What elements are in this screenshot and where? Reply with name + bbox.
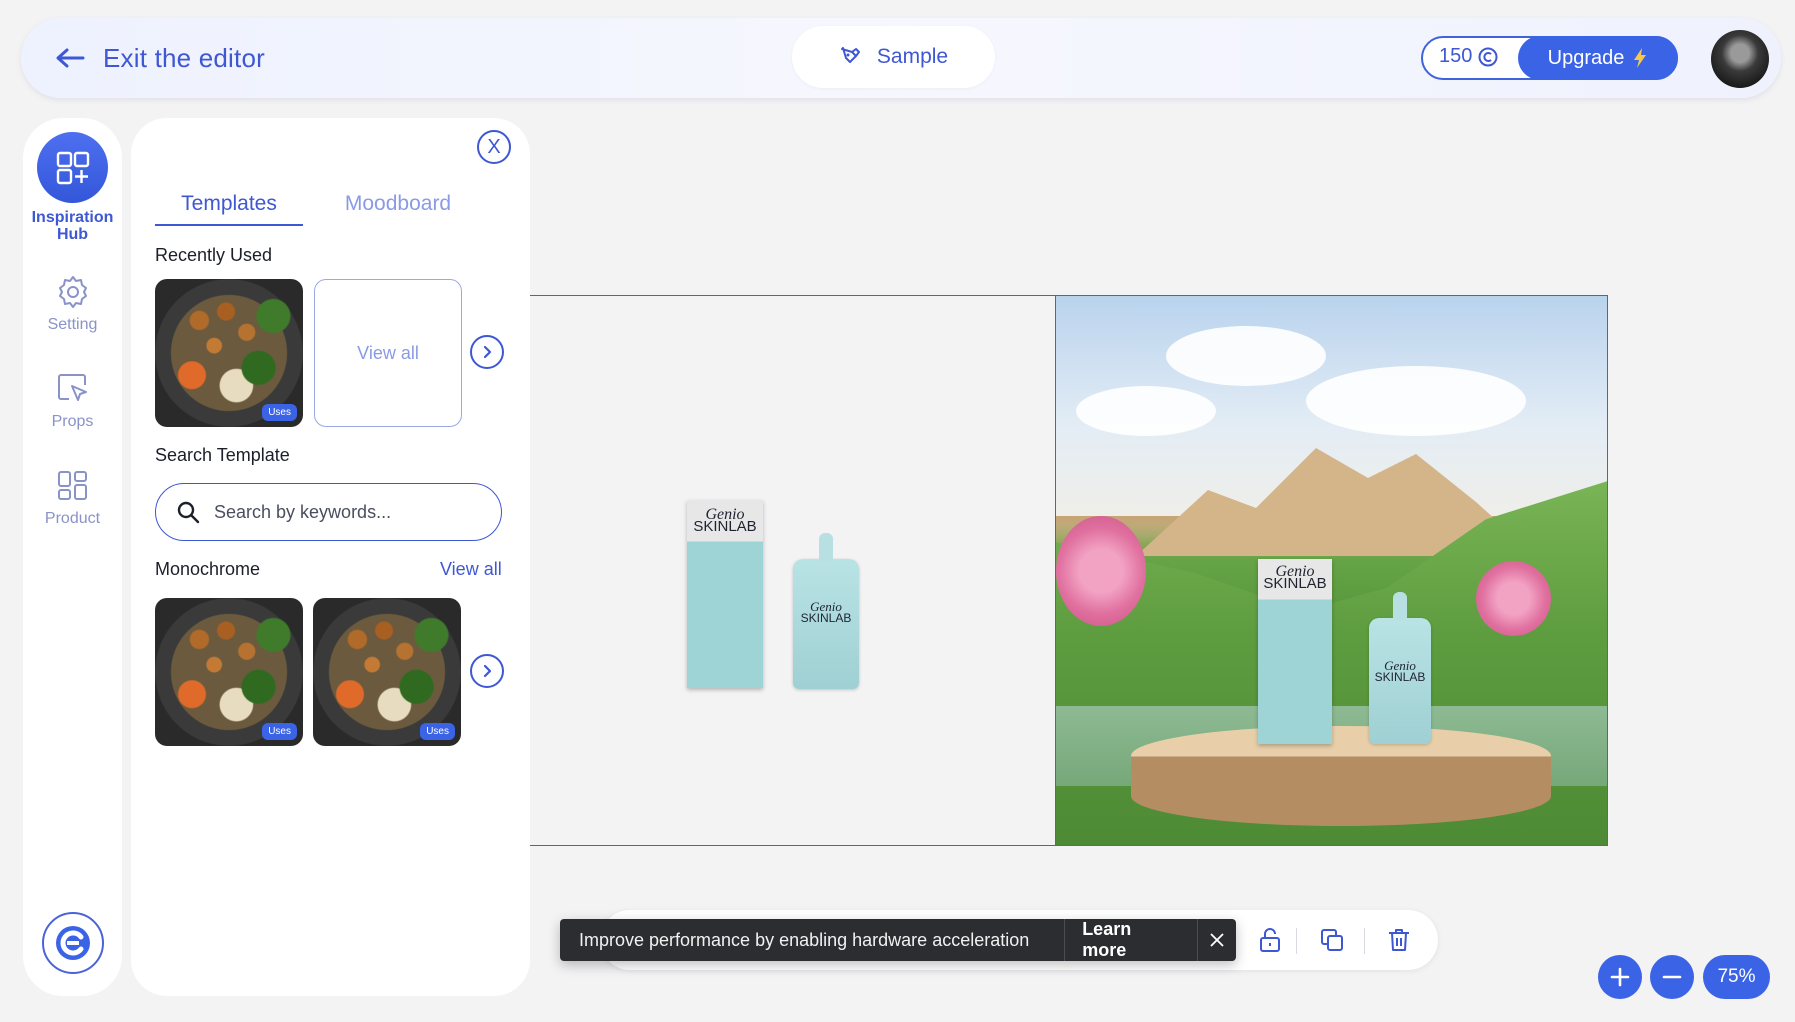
toolbar-divider (1364, 928, 1365, 954)
credit-coin-icon (1478, 47, 1498, 66)
unlock-icon (1260, 928, 1280, 952)
toast-close-button[interactable] (1198, 919, 1236, 961)
scene-dropper-brand-name: SKINLAB (1374, 670, 1426, 684)
scene-dropper-bottle: Genio SKINLAB (1369, 618, 1431, 744)
monochrome-title: Monochrome (155, 559, 261, 579)
rail-label-product: Product (44, 510, 101, 527)
chevron-right-icon (483, 345, 492, 359)
product-dropper-bottle[interactable]: Genio SKINLAB (793, 559, 859, 689)
monochrome-view-all-link[interactable]: View all (440, 559, 502, 580)
rail-item-product[interactable]: Product (23, 468, 122, 527)
lightning-icon (1634, 48, 1647, 68)
zoom-out-button[interactable] (1650, 955, 1694, 999)
canvas-product-frame[interactable]: Genio SKINLAB Genio SKINLAB (530, 295, 1055, 846)
gear-icon (58, 276, 87, 308)
search-template-title: Search Template (155, 445, 290, 465)
grid-icon (57, 471, 87, 500)
tab-templates[interactable]: Templates (155, 184, 303, 226)
inspiration-panel: X Templates Moodboard Recently Used Uses… (131, 118, 530, 996)
zoom-in-button[interactable] (1598, 955, 1642, 999)
uses-badge: Uses (262, 723, 297, 740)
upgrade-button[interactable]: Upgrade (1518, 36, 1678, 80)
close-panel-button[interactable]: X (477, 130, 511, 164)
unlock-button[interactable] (1256, 926, 1284, 954)
scene-blossom-tree (1476, 561, 1551, 636)
cursor-frame-icon (57, 374, 87, 401)
scene-cloud (1076, 386, 1216, 436)
recent-template-thumb[interactable]: Uses (155, 279, 303, 427)
rail-label-inspiration-hub: Inspiration Hub (31, 209, 114, 243)
credit-count-value: 150 (1439, 45, 1473, 67)
panel-tabs: Templates Moodboard (155, 184, 493, 226)
rail-label-props: Props (51, 413, 94, 430)
uses-badge: Uses (420, 723, 455, 740)
view-all-card[interactable]: View all (314, 279, 462, 427)
recent-next-button[interactable] (470, 335, 504, 369)
scene-blossom-tree (1056, 516, 1146, 626)
rail-item-props[interactable]: Props (23, 371, 122, 430)
product-box-brand-name: SKINLAB (693, 518, 757, 535)
sample-button[interactable]: Sample (792, 26, 995, 88)
close-icon (1210, 933, 1224, 947)
duplicate-button[interactable] (1318, 926, 1346, 954)
learn-more-button[interactable]: Learn more (1065, 919, 1197, 961)
exit-editor-label: Exit the editor (103, 42, 265, 73)
scene-product-box: Genio SKINLAB (1258, 559, 1332, 744)
product-box[interactable]: Genio SKINLAB (687, 500, 763, 688)
scene-cloud (1306, 366, 1526, 436)
chevron-right-icon (483, 664, 492, 678)
trash-icon (1389, 929, 1409, 951)
monochrome-next-button[interactable] (470, 654, 504, 688)
scene-box-brand-name: SKINLAB (1263, 575, 1327, 592)
minus-icon (1662, 975, 1682, 979)
search-input[interactable] (214, 501, 474, 523)
canvas-scene-frame[interactable]: Genio SKINLAB Genio SKINLAB (1055, 295, 1608, 846)
scene-podium (1131, 726, 1551, 826)
app-logo-button[interactable] (42, 912, 104, 974)
monochrome-template-thumb[interactable]: Uses (155, 598, 303, 746)
recently-used-title: Recently Used (155, 245, 273, 265)
credit-count: 150 (1439, 45, 1498, 68)
arrow-left-icon (56, 48, 85, 68)
delete-button[interactable] (1385, 926, 1413, 954)
search-icon (177, 501, 200, 524)
grid-plus-icon (56, 151, 89, 184)
top-bar: Exit the editor Sample 150 Upgrade (21, 18, 1781, 98)
rail-label-setting: Setting (47, 316, 98, 333)
left-rail: Inspiration Hub Setting Props Product (23, 118, 122, 996)
tab-moodboard[interactable]: Moodboard (303, 184, 493, 226)
upgrade-label: Upgrade (1547, 46, 1625, 69)
uses-badge: Uses (262, 404, 297, 421)
hub-icon-circle (37, 132, 108, 203)
scene-cloud (1166, 326, 1326, 386)
toast-message: Improve performance by enabling hardware… (579, 929, 1030, 950)
pen-tool-icon (840, 47, 860, 63)
zoom-level[interactable]: 75% (1703, 955, 1770, 999)
app-logo-icon (56, 926, 90, 960)
exit-editor-button[interactable]: Exit the editor (55, 38, 265, 78)
toolbar-divider (1296, 928, 1297, 954)
rail-item-setting[interactable]: Setting (23, 274, 122, 333)
sample-label: Sample (876, 45, 949, 68)
hardware-acceleration-toast: Improve performance by enabling hardware… (560, 919, 1236, 961)
dropper-brand-name: SKINLAB (800, 611, 852, 625)
duplicate-icon (1321, 929, 1343, 951)
monochrome-template-thumb[interactable]: Uses (313, 598, 461, 746)
user-avatar[interactable] (1711, 30, 1769, 88)
rail-item-inspiration-hub[interactable]: Inspiration Hub (23, 132, 122, 243)
search-field[interactable] (155, 483, 502, 541)
plus-icon (1610, 967, 1630, 987)
